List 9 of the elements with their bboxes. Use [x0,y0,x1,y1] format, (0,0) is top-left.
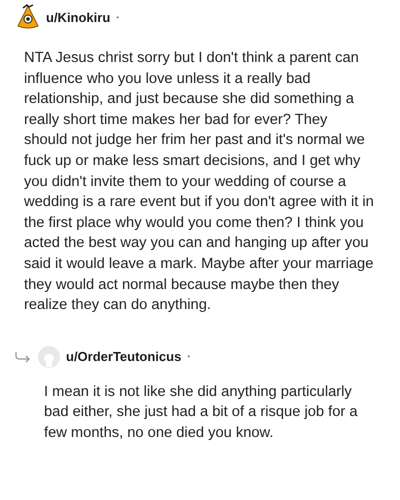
reply-arrow-icon [14,350,32,363]
comment-text: I mean it is not like she did anything particularly bad either, she just had a bit of a risque job for a few months, no one died you know. [44,382,359,443]
username[interactable]: u/Kinokiru [46,10,110,24]
comment-text: NTA Jesus christ sorry but I don't think a parent can influence who you love unless it a really bad relationship, and just because she did something a really short time makes her bad for ever? They should not judge her frim her past and it's normal we fuck up or make less smart decisions, and I get why you didn't invite them to your wedding of course a wedding is a rare event but if you don't agree with it in the first place why would you come then? I think you acted the best way you can and hanging up after you said it would leave a mark. Maybe after your marriage they would act normal because maybe then they realize they can do anything. [24,49,374,316]
username[interactable]: u/OrderTeutonicus [66,349,182,364]
avatar-icon [16,4,40,30]
avatar-icon [38,346,60,368]
separator-dot: • [187,352,190,362]
separator-dot: • [116,12,120,22]
